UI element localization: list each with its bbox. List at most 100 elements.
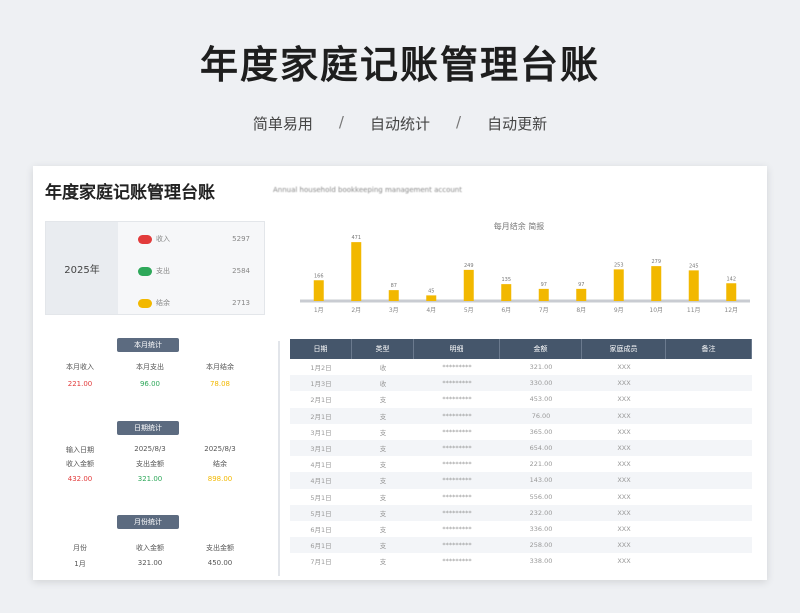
- table-cell[interactable]: 1月3日: [290, 375, 352, 391]
- table-cell[interactable]: 4月1日: [290, 472, 352, 488]
- table-cell[interactable]: 支: [352, 489, 414, 505]
- table-cell[interactable]: XXX: [582, 521, 666, 537]
- table-cell[interactable]: 支: [352, 521, 414, 537]
- table-cell[interactable]: XXX: [582, 553, 666, 569]
- table-cell[interactable]: 5月1日: [290, 505, 352, 521]
- table-cell[interactable]: [666, 521, 752, 537]
- table-cell[interactable]: [666, 553, 752, 569]
- table-cell[interactable]: [666, 408, 752, 424]
- table-row[interactable]: 3月1日支 ********* 654.00 XXX: [290, 439, 752, 457]
- table-cell[interactable]: XXX: [582, 537, 666, 553]
- table-cell[interactable]: XXX: [582, 505, 666, 521]
- table-cell[interactable]: *********: [414, 440, 500, 456]
- table-cell[interactable]: [666, 472, 752, 488]
- table-cell[interactable]: 1月2日: [290, 359, 352, 375]
- table-cell[interactable]: [666, 375, 752, 391]
- table-cell[interactable]: 支: [352, 472, 414, 488]
- table-cell[interactable]: [666, 456, 752, 472]
- table-cell[interactable]: *********: [414, 553, 500, 569]
- table-cell[interactable]: XXX: [582, 424, 666, 440]
- feature-item: 简单易用: [252, 115, 313, 133]
- table-row[interactable]: 2月1日支 ********* 76.00 XXX: [290, 407, 752, 424]
- table-cell[interactable]: [666, 359, 752, 375]
- table-cell[interactable]: 338.00: [500, 553, 582, 569]
- table-cell[interactable]: 143.00: [500, 472, 582, 488]
- table-row[interactable]: 5月1日支 ********* 556.00 XXX: [290, 489, 752, 505]
- table-cell[interactable]: XXX: [582, 391, 666, 407]
- table-cell[interactable]: 支: [352, 537, 414, 553]
- divider: [278, 341, 280, 576]
- table-cell[interactable]: XXX: [582, 489, 666, 505]
- table-cell[interactable]: *********: [414, 505, 500, 521]
- table-cell[interactable]: 3月1日: [290, 440, 352, 456]
- toggle-icon[interactable]: [138, 298, 152, 308]
- table-cell[interactable]: 258.00: [500, 537, 582, 553]
- table-cell[interactable]: 6月1日: [290, 537, 352, 553]
- table-cell[interactable]: 支: [352, 424, 414, 440]
- table-cell[interactable]: [666, 505, 752, 521]
- table-cell[interactable]: 支: [352, 505, 414, 521]
- chart-tick-label: 9月: [614, 307, 624, 314]
- table-cell[interactable]: XXX: [582, 408, 666, 424]
- table-row[interactable]: 1月2日收 ********* 321.00 XXX: [290, 359, 752, 375]
- table-cell[interactable]: [666, 537, 752, 553]
- table-cell[interactable]: *********: [414, 537, 500, 553]
- table-cell[interactable]: [666, 440, 752, 456]
- table-cell[interactable]: *********: [414, 408, 500, 424]
- table-cell[interactable]: *********: [414, 359, 500, 375]
- table-cell[interactable]: XXX: [582, 440, 666, 456]
- table-row[interactable]: 7月1日支 ********* 338.00 XXX: [290, 553, 752, 569]
- table-cell[interactable]: 76.00: [500, 408, 582, 424]
- table-cell[interactable]: 232.00: [500, 505, 582, 521]
- table-cell[interactable]: XXX: [582, 456, 666, 472]
- table-cell[interactable]: 365.00: [500, 424, 582, 440]
- table-row[interactable]: 6月1日支 ********* 258.00 XXX: [290, 537, 752, 554]
- table-cell[interactable]: 支: [352, 391, 414, 407]
- table-cell[interactable]: *********: [414, 375, 500, 391]
- table-cell[interactable]: 支: [352, 553, 414, 569]
- table-cell[interactable]: 221.00: [500, 456, 582, 472]
- table-cell[interactable]: 2月1日: [290, 391, 352, 407]
- table-cell[interactable]: *********: [414, 456, 500, 472]
- table-row[interactable]: 3月1日支 ********* 365.00 XXX: [290, 424, 752, 440]
- table-cell[interactable]: 收: [352, 375, 414, 391]
- table-row[interactable]: 5月1日支 ********* 232.00 XXX: [290, 504, 752, 521]
- table-cell[interactable]: XXX: [582, 375, 666, 391]
- table-cell[interactable]: 336.00: [500, 521, 582, 537]
- table-cell[interactable]: 321.00: [500, 359, 582, 375]
- table-cell[interactable]: *********: [414, 521, 500, 537]
- table-cell[interactable]: XXX: [582, 359, 666, 375]
- table-cell[interactable]: 7月1日: [290, 553, 352, 569]
- table-cell[interactable]: [666, 391, 752, 407]
- table-cell[interactable]: 556.00: [500, 489, 582, 505]
- table-cell[interactable]: 4月1日: [290, 456, 352, 472]
- table-cell[interactable]: 2月1日: [290, 408, 352, 424]
- table-cell[interactable]: 支: [352, 408, 414, 424]
- table-row[interactable]: 6月1日支 ********* 336.00 XXX: [290, 521, 752, 537]
- table-cell[interactable]: 453.00: [500, 391, 582, 407]
- chart-tick-label: 7月: [539, 307, 549, 314]
- table-cell[interactable]: *********: [414, 489, 500, 505]
- table-cell[interactable]: 5月1日: [290, 489, 352, 505]
- date-input[interactable]: 2025/8/3: [115, 445, 185, 453]
- chart-data-label: 471: [351, 235, 361, 241]
- table-cell[interactable]: 330.00: [500, 375, 582, 391]
- table-cell[interactable]: 3月1日: [290, 424, 352, 440]
- table-cell[interactable]: *********: [414, 391, 500, 407]
- table-row[interactable]: 4月1日支 ********* 221.00 XXX: [290, 456, 752, 472]
- month-select[interactable]: 1月: [45, 559, 115, 569]
- table-cell[interactable]: 支: [352, 456, 414, 472]
- table-cell[interactable]: 654.00: [500, 440, 582, 456]
- table-cell[interactable]: 支: [352, 440, 414, 456]
- table-cell[interactable]: 收: [352, 359, 414, 375]
- table-cell[interactable]: 6月1日: [290, 521, 352, 537]
- feature-item: 自动更新: [487, 115, 548, 133]
- table-cell[interactable]: [666, 489, 752, 505]
- table-row[interactable]: 2月1日支 ********* 453.00 XXX: [290, 391, 752, 407]
- table-cell[interactable]: *********: [414, 472, 500, 488]
- table-cell[interactable]: [666, 424, 752, 440]
- table-cell[interactable]: *********: [414, 424, 500, 440]
- table-cell[interactable]: XXX: [582, 472, 666, 488]
- table-row[interactable]: 4月1日支 ********* 143.00 XXX: [290, 472, 752, 489]
- table-row[interactable]: 1月3日收 ********* 330.00 XXX: [290, 375, 752, 392]
